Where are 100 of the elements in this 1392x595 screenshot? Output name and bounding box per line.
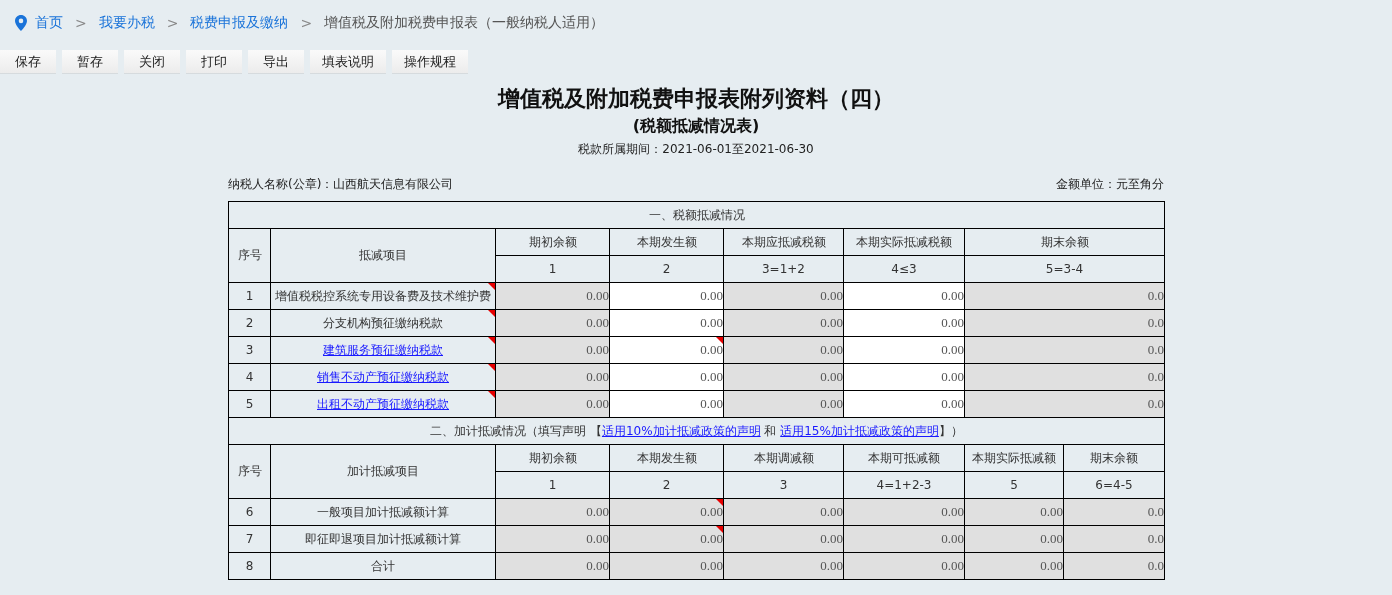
column-formula: 5 bbox=[964, 471, 1064, 499]
amount-cell: 0.00 bbox=[495, 498, 610, 526]
column-header: 加计抵减项目 bbox=[270, 444, 496, 499]
row-number: 4 bbox=[228, 363, 271, 391]
amount-cell: 0.00 bbox=[723, 363, 844, 391]
column-header: 期初余额 bbox=[495, 444, 610, 472]
row-number: 2 bbox=[228, 309, 271, 337]
item-cell: 一般项目加计抵减额计算 bbox=[270, 498, 496, 526]
toolbar-button[interactable]: 保存 bbox=[0, 50, 56, 74]
amount-field[interactable]: 0.00 bbox=[609, 363, 724, 391]
row-number: 3 bbox=[228, 336, 271, 364]
column-formula: 4≤3 bbox=[843, 255, 965, 283]
toolbar-button[interactable]: 关闭 bbox=[124, 50, 180, 74]
amount-field[interactable]: 0.00 bbox=[843, 282, 965, 310]
amount-field[interactable]: 0.00 bbox=[843, 363, 965, 391]
row-number: 1 bbox=[228, 282, 271, 310]
amount-cell: 0.00 bbox=[723, 552, 844, 580]
amount-cell: 0.00 bbox=[723, 309, 844, 337]
breadcrumb-separator: > bbox=[300, 15, 313, 31]
amount-cell: 0.00 bbox=[723, 336, 844, 364]
amount-cell: 0.0 bbox=[964, 336, 1165, 364]
column-header: 本期调减额 bbox=[723, 444, 844, 472]
amount-cell: 0.00 bbox=[495, 525, 610, 553]
amount-cell: 0.00 bbox=[723, 390, 844, 418]
column-formula: 3 bbox=[723, 471, 844, 499]
amount-cell: 0.00 bbox=[843, 525, 965, 553]
column-formula: 2 bbox=[609, 255, 724, 283]
amount-cell: 0.0 bbox=[1063, 552, 1165, 580]
toolbar-button[interactable]: 暂存 bbox=[62, 50, 118, 74]
column-formula: 6=4-5 bbox=[1063, 471, 1165, 499]
toolbar-button[interactable]: 导出 bbox=[248, 50, 304, 74]
column-header: 抵减项目 bbox=[270, 228, 496, 283]
column-header: 期末余额 bbox=[964, 228, 1165, 256]
column-header: 本期实际抵减税额 bbox=[843, 228, 965, 256]
column-header: 本期发生额 bbox=[609, 444, 724, 472]
column-formula: 2 bbox=[609, 471, 724, 499]
column-formula: 1 bbox=[495, 471, 610, 499]
toolbar-button[interactable]: 填表说明 bbox=[310, 50, 386, 74]
amount-cell: 0.0 bbox=[964, 282, 1165, 310]
form-title: 增值税及附加税费申报表附列资料（四） bbox=[498, 85, 894, 113]
amount-cell: 0.0 bbox=[964, 309, 1165, 337]
column-formula: 3=1+2 bbox=[723, 255, 844, 283]
amount-cell: 0.00 bbox=[843, 552, 965, 580]
taxpayer-name: 纳税人名称(公章)：山西航天信息有限公司 bbox=[228, 176, 454, 193]
amount-cell: 0.00 bbox=[964, 498, 1064, 526]
amount-cell: 0.00 bbox=[723, 498, 844, 526]
breadcrumb-link[interactable]: 首页 bbox=[35, 14, 63, 32]
row-number: 5 bbox=[228, 390, 271, 418]
breadcrumb-link[interactable]: 税费申报及缴纳 bbox=[190, 14, 289, 32]
toolbar-button[interactable]: 打印 bbox=[186, 50, 242, 74]
breadcrumb-separator: > bbox=[166, 15, 179, 31]
amount-cell: 0.0 bbox=[964, 363, 1165, 391]
amount-cell: 0.00 bbox=[495, 363, 610, 391]
amount-cell: 0.00 bbox=[964, 552, 1064, 580]
row-number: 7 bbox=[228, 525, 271, 553]
declaration-link[interactable]: 适用15%加计抵减政策的声明 bbox=[780, 423, 939, 438]
amount-field[interactable]: 0.00 bbox=[843, 309, 965, 337]
amount-cell: 0.00 bbox=[495, 336, 610, 364]
amount-cell: 0.00 bbox=[609, 525, 724, 553]
column-header: 序号 bbox=[228, 228, 271, 283]
column-formula: 4=1+2-3 bbox=[843, 471, 965, 499]
amount-field[interactable]: 0.00 bbox=[609, 282, 724, 310]
amount-field[interactable]: 0.00 bbox=[609, 336, 724, 364]
amount-field[interactable]: 0.00 bbox=[609, 390, 724, 418]
breadcrumb-current: 增值税及附加税费申报表（一般纳税人适用） bbox=[324, 14, 605, 32]
column-header: 期初余额 bbox=[495, 228, 610, 256]
amount-cell: 0.00 bbox=[495, 282, 610, 310]
amount-unit: 金额单位：元至角分 bbox=[1056, 176, 1164, 193]
column-header: 本期可抵减额 bbox=[843, 444, 965, 472]
section-title: 一、税额抵减情况 bbox=[228, 201, 1165, 229]
amount-field[interactable]: 0.00 bbox=[609, 309, 724, 337]
amount-cell: 0.00 bbox=[495, 552, 610, 580]
location-icon bbox=[15, 15, 27, 31]
amount-cell: 0.00 bbox=[495, 309, 610, 337]
column-header: 期末余额 bbox=[1063, 444, 1165, 472]
form-subtitle: (税额抵减情况表) bbox=[632, 116, 760, 137]
column-header: 序号 bbox=[228, 444, 271, 499]
amount-cell: 0.00 bbox=[723, 282, 844, 310]
amount-field[interactable]: 0.00 bbox=[843, 336, 965, 364]
tax-period: 税款所属期间：2021-06-01至2021-06-30 bbox=[578, 141, 814, 158]
amount-cell: 0.0 bbox=[1063, 525, 1165, 553]
declaration-link[interactable]: 适用10%加计抵减政策的声明 bbox=[601, 423, 761, 438]
amount-cell: 0.00 bbox=[843, 498, 965, 526]
item-cell: 合计 bbox=[270, 552, 496, 580]
column-header: 本期实际抵减额 bbox=[964, 444, 1064, 472]
column-header: 本期应抵减税额 bbox=[723, 228, 844, 256]
amount-cell: 0.0 bbox=[964, 390, 1165, 418]
amount-cell: 0.00 bbox=[964, 525, 1064, 553]
amount-field[interactable]: 0.00 bbox=[843, 390, 965, 418]
amount-cell: 0.00 bbox=[609, 552, 724, 580]
amount-cell: 0.00 bbox=[495, 390, 610, 418]
column-formula: 1 bbox=[495, 255, 610, 283]
breadcrumb-link[interactable]: 我要办税 bbox=[98, 14, 155, 32]
column-header: 本期发生额 bbox=[609, 228, 724, 256]
row-number: 8 bbox=[228, 552, 271, 580]
amount-cell: 0.00 bbox=[723, 525, 844, 553]
column-formula: 5=3-4 bbox=[964, 255, 1165, 283]
toolbar-button[interactable]: 操作规程 bbox=[392, 50, 468, 74]
amount-cell: 0.00 bbox=[609, 498, 724, 526]
item-cell: 即征即退项目加计抵减额计算 bbox=[270, 525, 496, 553]
